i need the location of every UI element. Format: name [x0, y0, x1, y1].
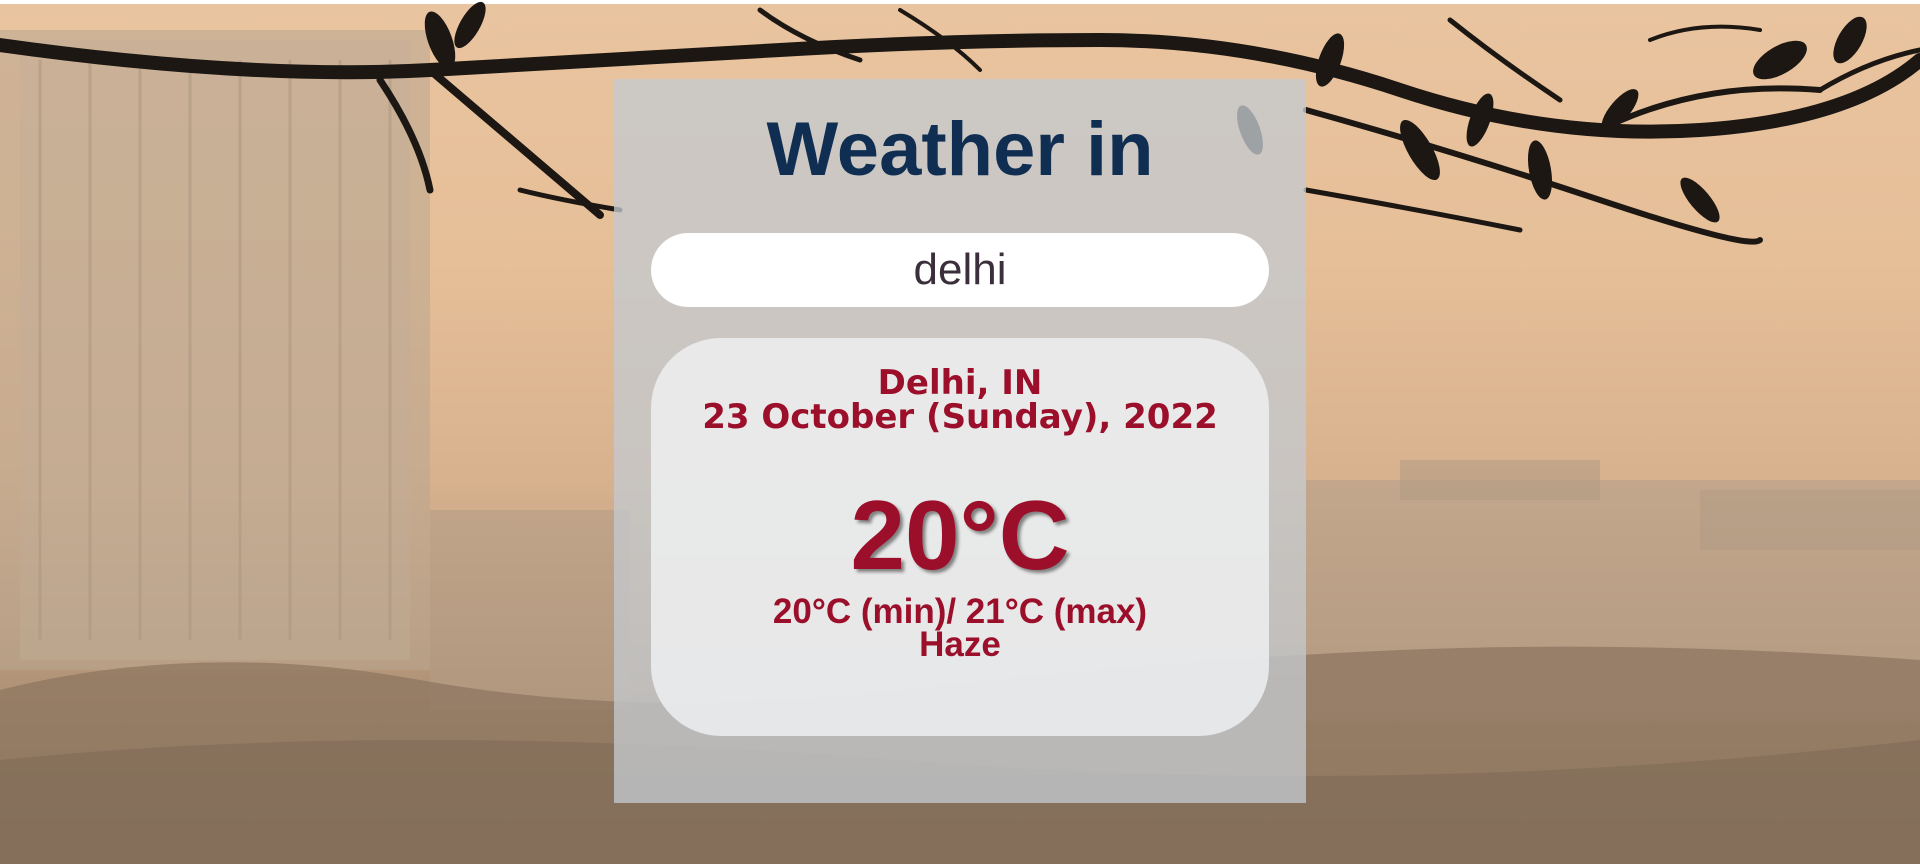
weather-condition: Haze — [919, 625, 1001, 664]
city-search-input[interactable] — [651, 233, 1269, 307]
temperature-value: 20°C — [850, 480, 1070, 590]
page-title: Weather in — [766, 107, 1154, 192]
min-max-temperature: 20°C (min)/ 21°C (max) — [772, 592, 1148, 631]
date-label: 23 October (Sunday), 2022 — [702, 397, 1218, 437]
weather-card: Delhi, IN 23 October (Sunday), 2022 20°C… — [651, 338, 1269, 736]
location-label: Delhi, IN — [877, 363, 1043, 403]
